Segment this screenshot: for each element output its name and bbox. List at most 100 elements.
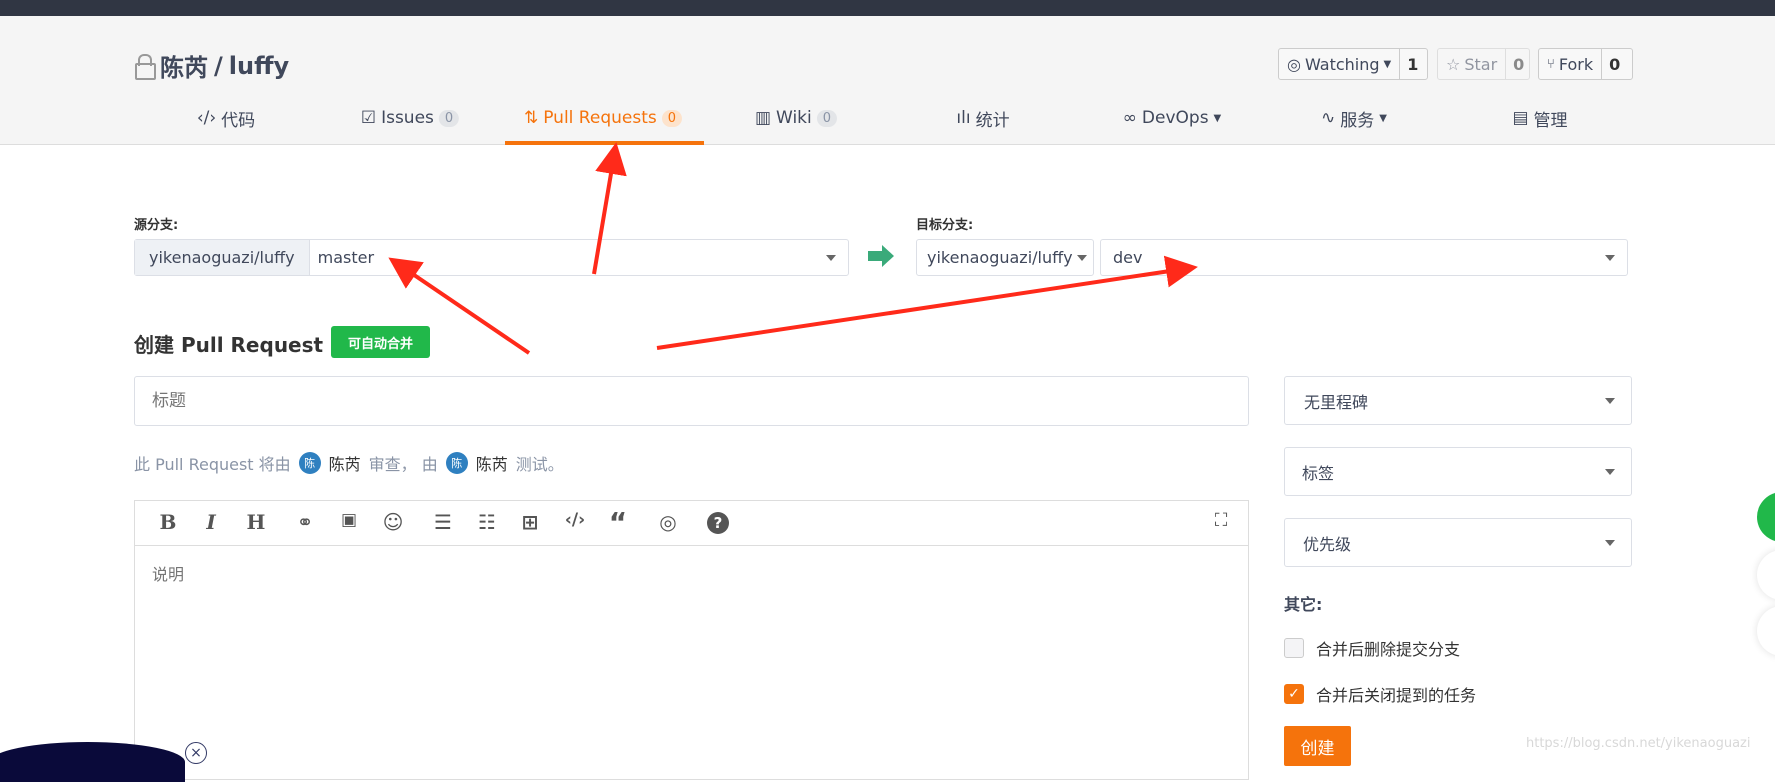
repo-name[interactable]: luffy <box>229 52 289 80</box>
star-button[interactable]: ☆ Star 0 <box>1437 48 1530 80</box>
floating-button[interactable] <box>1757 550 1775 600</box>
reviewers-line: 此 Pull Request 将由 陈 陈芮 审查， 由 陈 陈芮 测试。 <box>134 451 564 475</box>
close-icon[interactable]: × <box>185 742 207 764</box>
target-repo-select[interactable]: yikenaoguazi/luffy <box>916 239 1094 276</box>
preview-eye-icon[interactable]: ◎ <box>659 510 676 534</box>
source-repo: yikenaoguazi/luffy <box>135 240 310 275</box>
book-icon: ▥ <box>754 108 772 128</box>
lock-icon <box>134 53 156 80</box>
labels-select[interactable]: 标签 <box>1284 447 1632 496</box>
floating-button[interactable] <box>1757 606 1775 656</box>
tab-manage[interactable]: ▤ 管理 <box>1512 104 1567 132</box>
numbered-list-icon[interactable]: ☷ <box>478 510 496 534</box>
milestone-select[interactable]: 无里程碑 <box>1284 376 1632 425</box>
fork-button[interactable]: ⑂ Fork 0 <box>1538 48 1633 80</box>
tab-pull-requests[interactable]: ⇅ Pull Requests 0 <box>523 104 683 132</box>
tab-count: 0 <box>661 109 683 127</box>
tab-code[interactable]: ‹/› 代码 <box>197 104 255 132</box>
fork-count[interactable]: 0 <box>1601 49 1627 79</box>
source-branch-value: master <box>317 248 375 267</box>
target-branch-select[interactable]: dev <box>1100 239 1628 276</box>
fork-label: Fork <box>1558 54 1594 74</box>
checkmark-icon[interactable]: ✓ <box>1284 684 1304 704</box>
watch-count[interactable]: 1 <box>1399 49 1425 79</box>
help-icon[interactable]: ? <box>707 512 729 534</box>
tab-label: DevOps <box>1141 108 1209 128</box>
avatar[interactable]: 陈 <box>445 452 468 474</box>
caret-down-icon <box>1605 468 1615 475</box>
option-label: 合并后关闭提到的任务 <box>1316 686 1477 705</box>
markdown-editor <box>134 500 1249 780</box>
tab-label: Wiki <box>776 108 812 128</box>
other-label: 其它: <box>1284 595 1323 614</box>
floating-action-button[interactable] <box>1757 492 1775 542</box>
chevron-down-icon: ▼ <box>1213 112 1222 124</box>
tab-devops[interactable]: ∞ DevOps ▼ <box>1123 104 1222 132</box>
settings-doc-icon: ▤ <box>1512 108 1529 128</box>
fullscreen-icon[interactable]: ⛶ <box>1215 510 1228 531</box>
checkbox[interactable] <box>1284 638 1304 658</box>
tab-count: 0 <box>816 109 838 127</box>
star-count[interactable]: 0 <box>1505 49 1531 79</box>
star-icon: ☆ <box>1446 54 1461 74</box>
bullet-list-icon[interactable]: ☰ <box>434 510 452 534</box>
watch-button[interactable]: ◎ Watching ▼ 1 <box>1278 48 1428 80</box>
annotation-arrow <box>656 255 1198 350</box>
code-block-icon[interactable]: ‹/› <box>565 510 585 530</box>
chevron-down-icon: ▼ <box>1383 58 1392 70</box>
repo-owner[interactable]: 陈芮 <box>160 48 208 83</box>
image-icon[interactable]: ▣ <box>341 510 357 530</box>
tab-label: 服务 <box>1340 110 1375 131</box>
quote-icon[interactable]: “ <box>609 506 627 539</box>
chevron-down-icon: ▼ <box>1379 112 1387 124</box>
tab-label: 代码 <box>221 110 256 131</box>
option-label: 合并后删除提交分支 <box>1316 640 1461 659</box>
avatar[interactable]: 陈 <box>298 452 321 474</box>
target-branch-value: dev <box>1113 248 1143 267</box>
table-icon[interactable]: ⊞ <box>522 510 539 534</box>
tab-wiki[interactable]: ▥ Wiki 0 <box>754 104 838 132</box>
link-icon[interactable]: ⚭ <box>297 510 314 534</box>
review-prefix: 此 Pull Request 将由 <box>134 455 291 474</box>
description-textarea[interactable] <box>135 547 1248 777</box>
tab-label: Pull Requests <box>543 108 657 128</box>
repo-title: 陈芮 / luffy <box>134 48 289 83</box>
mergeable-badge: 可自动合并 <box>331 326 430 358</box>
tab-issues[interactable]: ☑ Issues 0 <box>361 104 460 132</box>
close-issues-option[interactable]: ✓ 合并后关闭提到的任务 <box>1284 682 1476 706</box>
pull-request-icon: ⇅ <box>523 108 539 128</box>
caret-down-icon <box>1605 397 1615 404</box>
watch-label: Watching <box>1304 54 1380 74</box>
separator: / <box>214 51 223 80</box>
tab-label: Issues <box>381 108 434 128</box>
tab-stats[interactable]: ılı 统计 <box>956 104 1009 132</box>
arrow-right-icon <box>868 245 894 267</box>
heading-icon[interactable]: H <box>247 510 266 534</box>
code-icon: ‹/› <box>196 108 217 128</box>
tester-name[interactable]: 陈芮 <box>476 451 508 475</box>
tab-services[interactable]: ∿ 服务 ▼ <box>1321 104 1387 132</box>
priority-select[interactable]: 优先级 <box>1284 518 1632 567</box>
create-button[interactable]: 创建 <box>1284 726 1351 766</box>
tab-label: 管理 <box>1533 110 1568 131</box>
review-mid: 审查， 由 <box>368 455 438 474</box>
italic-icon[interactable]: I <box>206 510 215 534</box>
delete-branch-option[interactable]: 合并后删除提交分支 <box>1284 636 1460 660</box>
emoji-icon[interactable]: ☺ <box>383 510 404 534</box>
floating-widget <box>0 742 185 782</box>
priority-value: 优先级 <box>1303 534 1352 554</box>
bold-icon[interactable]: B <box>160 510 177 534</box>
reviewer-name[interactable]: 陈芮 <box>329 451 361 475</box>
pulse-icon: ∿ <box>1321 108 1336 128</box>
target-repo: yikenaoguazi/luffy <box>927 248 1073 267</box>
caret-down-icon <box>1077 254 1087 261</box>
target-branch-label: 目标分支: <box>916 218 974 233</box>
active-tab-indicator <box>505 141 704 145</box>
top-navbar <box>0 0 1775 16</box>
review-suffix: 测试。 <box>515 455 564 474</box>
star-label: Star <box>1464 54 1498 74</box>
source-branch-select[interactable]: yikenaoguazi/luffy master <box>134 239 849 276</box>
infinity-icon: ∞ <box>1122 108 1137 128</box>
eye-icon: ◎ <box>1287 54 1301 74</box>
title-input[interactable] <box>134 376 1249 426</box>
